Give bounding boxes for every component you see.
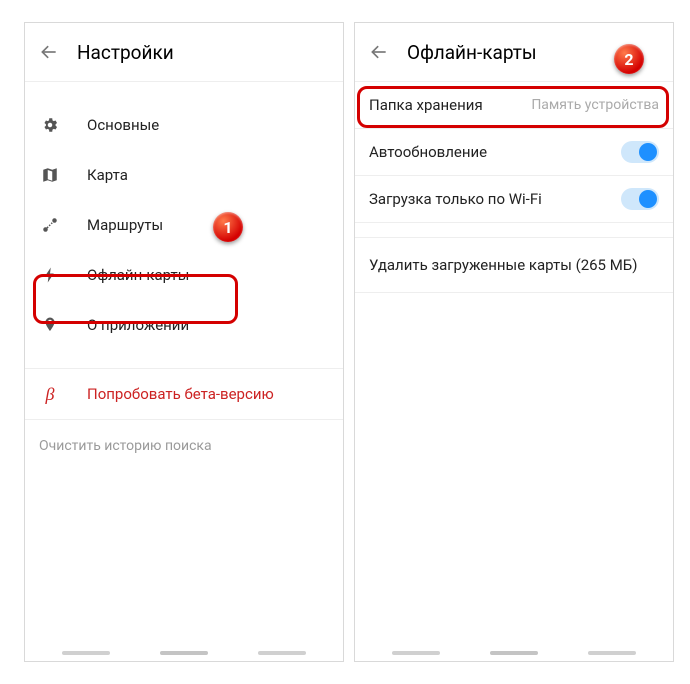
- back-icon[interactable]: [39, 42, 59, 62]
- system-navbar: [355, 651, 673, 657]
- settings-item-about[interactable]: О приложении: [25, 300, 343, 350]
- toggle-on[interactable]: [621, 141, 659, 163]
- autoupdate-row[interactable]: Автообновление: [355, 129, 673, 175]
- settings-item-beta[interactable]: β Попробовать бета-версию: [25, 369, 343, 419]
- settings-item-label: Карта: [87, 166, 128, 184]
- wifi-only-label: Загрузка только по Wi-Fi: [369, 190, 542, 208]
- header: Офлайн-карты: [355, 23, 673, 81]
- delete-maps-label: Удалить загруженные карты (265 МБ): [369, 256, 637, 274]
- settings-item-label: Маршруты: [87, 216, 163, 234]
- page-title: Настройки: [77, 41, 174, 64]
- back-icon[interactable]: [369, 42, 389, 62]
- settings-item-routes[interactable]: Маршруты: [25, 200, 343, 250]
- settings-item-general[interactable]: Основные: [25, 100, 343, 150]
- clear-history-label: Очистить историю поиска: [39, 438, 212, 454]
- delete-downloaded-maps[interactable]: Удалить загруженные карты (265 МБ): [355, 238, 673, 292]
- gear-icon: [39, 116, 61, 134]
- settings-item-map[interactable]: Карта: [25, 150, 343, 200]
- route-icon: [39, 216, 61, 234]
- settings-item-label: О приложении: [87, 316, 189, 334]
- pin-icon: [39, 316, 61, 334]
- clear-search-history[interactable]: Очистить историю поиска: [25, 420, 343, 472]
- toggle-on[interactable]: [621, 188, 659, 210]
- autoupdate-label: Автообновление: [369, 143, 487, 161]
- beta-icon: β: [39, 384, 61, 405]
- bolt-icon: [39, 266, 61, 284]
- page-title: Офлайн-карты: [407, 41, 537, 64]
- storage-folder-row[interactable]: Папка хранения Память устройства: [355, 82, 673, 128]
- system-navbar: [25, 651, 343, 657]
- wifi-only-row[interactable]: Загрузка только по Wi-Fi: [355, 176, 673, 222]
- settings-item-label: Основные: [87, 116, 159, 134]
- header: Настройки: [25, 23, 343, 81]
- divider: [355, 292, 673, 293]
- settings-item-label: Попробовать бета-версию: [87, 385, 274, 403]
- storage-folder-label: Папка хранения: [369, 96, 483, 114]
- settings-item-offline-maps[interactable]: Офлайн-карты: [25, 250, 343, 300]
- settings-screen: Настройки Основные Карта Маршруты Офлайн…: [24, 22, 344, 662]
- storage-folder-value: Память устройства: [531, 97, 659, 113]
- map-icon: [39, 166, 61, 184]
- offline-maps-screen: Офлайн-карты Папка хранения Память устро…: [354, 22, 674, 662]
- settings-item-label: Офлайн-карты: [87, 266, 189, 284]
